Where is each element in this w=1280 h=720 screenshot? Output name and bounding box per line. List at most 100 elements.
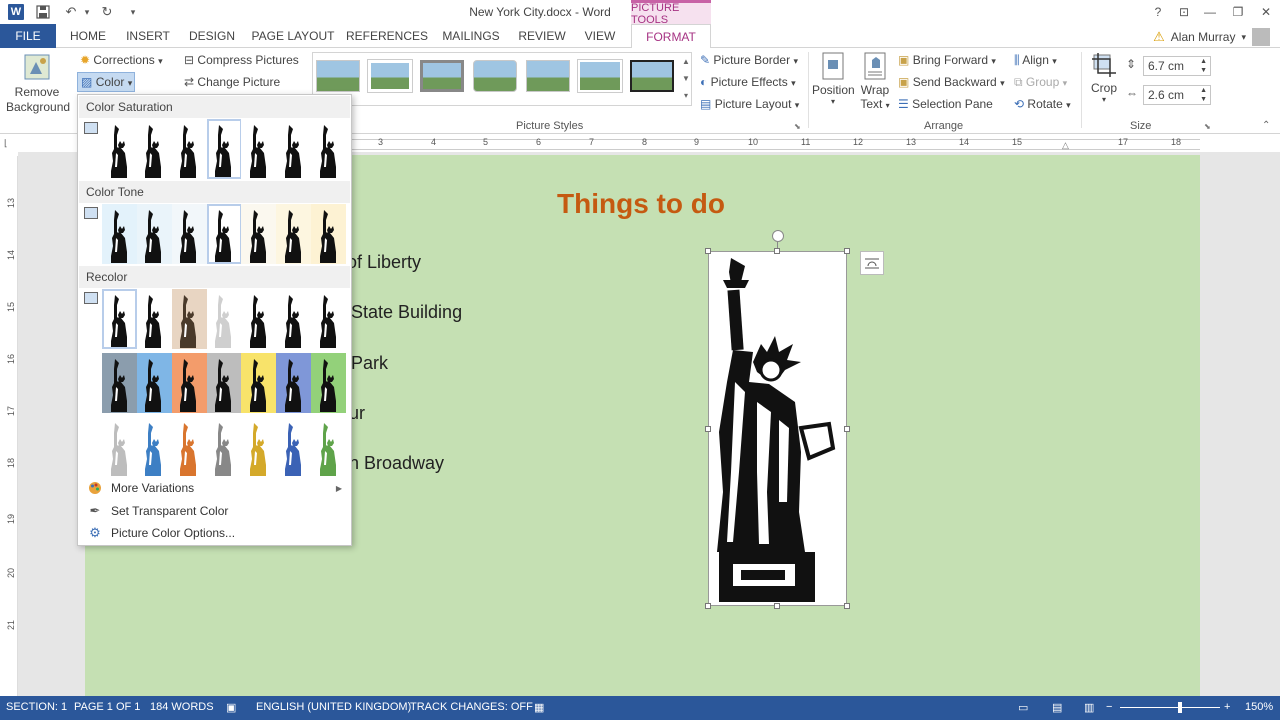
picture-style-thumb[interactable] — [420, 60, 464, 92]
tab-page-layout[interactable]: PAGE LAYOUT — [250, 24, 336, 48]
color-variant-swatch[interactable] — [276, 119, 312, 179]
color-variant-swatch[interactable] — [136, 119, 173, 179]
tab-file[interactable]: FILE — [0, 24, 56, 48]
group-button[interactable]: ⧉ Group ▾ — [1014, 75, 1067, 90]
proofing-icon[interactable]: ▣ — [226, 701, 236, 714]
color-variant-swatch[interactable] — [206, 119, 242, 179]
minimize-icon[interactable]: — — [1198, 2, 1222, 22]
corrections-button[interactable]: ✹ Corrections ▾ — [80, 53, 163, 67]
tab-home[interactable]: HOME — [60, 24, 116, 48]
rotate-button[interactable]: ⟲ Rotate ▾ — [1014, 97, 1071, 111]
document-line[interactable]: State Building — [351, 302, 462, 323]
align-button[interactable]: ⫼ Align ▾ — [1014, 53, 1057, 68]
vertical-ruler[interactable]: 13 14 15 16 17 18 19 20 21 — [4, 156, 18, 696]
color-variant-swatch[interactable] — [311, 204, 347, 264]
document-line[interactable]: n Broadway — [349, 453, 444, 474]
zoom-slider[interactable] — [1120, 707, 1220, 708]
customize-qat-icon[interactable]: ▾ — [124, 3, 142, 21]
color-variant-swatch[interactable] — [102, 289, 138, 349]
picture-layout-button[interactable]: ▤ Picture Layout ▾ — [700, 97, 799, 111]
restore-icon[interactable]: ❐ — [1226, 2, 1250, 22]
resize-handle[interactable] — [705, 248, 711, 254]
print-layout-icon[interactable]: ▤ — [1052, 701, 1062, 714]
color-variant-swatch[interactable] — [102, 204, 138, 264]
document-line[interactable]: of Liberty — [347, 252, 421, 273]
web-layout-icon[interactable]: ▥ — [1084, 701, 1094, 714]
collapse-ribbon-icon[interactable]: ⌃ — [1262, 120, 1270, 131]
height-spinner[interactable]: ▲ ▼ — [1200, 57, 1207, 75]
save-icon[interactable] — [34, 3, 52, 21]
remove-background-button[interactable]: Remove Background — [6, 52, 70, 115]
redo-icon[interactable]: ↻ — [98, 3, 116, 21]
resize-handle[interactable] — [844, 603, 850, 609]
close-icon[interactable]: ✕ — [1254, 2, 1278, 22]
color-variant-swatch[interactable] — [241, 353, 277, 413]
color-variant-swatch[interactable] — [276, 289, 312, 349]
height-field[interactable]: 6.7 cm ▲ ▼ — [1143, 56, 1211, 76]
width-field[interactable]: 2.6 cm ▲ ▼ — [1143, 85, 1211, 105]
color-variant-swatch[interactable] — [241, 417, 277, 477]
color-variant-swatch[interactable] — [311, 119, 347, 179]
tab-mailings[interactable]: MAILINGS — [438, 24, 504, 48]
color-variant-swatch[interactable] — [241, 119, 277, 179]
color-button[interactable]: ▨ Color ▾ — [77, 72, 135, 92]
macro-icon[interactable]: ▦ — [534, 701, 544, 714]
horizontal-ruler[interactable]: 3 4 5 6 7 8 9 10 11 12 13 14 15 17 18 △ — [350, 136, 1200, 152]
picture-style-thumb[interactable] — [577, 59, 623, 93]
user-account[interactable]: ⚠ Alan Murray ▾ — [1153, 28, 1270, 46]
set-transparent-color-item[interactable]: ✒ Set Transparent Color — [79, 500, 350, 522]
resize-handle[interactable] — [844, 248, 850, 254]
selection-pane-button[interactable]: ☰ Selection Pane — [898, 97, 993, 111]
zoom-out-icon[interactable]: − — [1106, 701, 1112, 713]
zoom-in-icon[interactable]: + — [1224, 701, 1230, 713]
color-variant-swatch[interactable] — [241, 289, 277, 349]
color-variant-swatch[interactable] — [311, 353, 347, 413]
document-heading[interactable]: Things to do — [557, 188, 725, 220]
compress-pictures-button[interactable]: ⊟ Compress Pictures — [184, 53, 299, 67]
color-variant-swatch[interactable] — [276, 353, 312, 413]
color-variant-swatch[interactable] — [276, 417, 312, 477]
color-variant-swatch[interactable] — [102, 353, 138, 413]
zoom-level[interactable]: 150% — [1245, 701, 1273, 713]
resize-handle[interactable] — [705, 603, 711, 609]
tab-view[interactable]: VIEW — [576, 24, 624, 48]
read-mode-icon[interactable]: ▭ — [1018, 701, 1028, 714]
color-variant-swatch[interactable] — [206, 353, 242, 413]
color-variant-swatch[interactable] — [136, 204, 173, 264]
tab-references[interactable]: REFERENCES — [344, 24, 430, 48]
word-count[interactable]: 184 WORDS — [150, 701, 214, 713]
picture-effects-button[interactable]: ◐ Picture Effects ▾ — [700, 75, 796, 89]
wrap-text-button[interactable]: Wrap Text ▾ — [858, 52, 892, 113]
send-backward-button[interactable]: ▣ Send Backward ▾ — [898, 75, 1005, 89]
color-variant-swatch[interactable] — [171, 204, 207, 264]
document-line[interactable]: Park — [351, 353, 388, 374]
color-variant-swatch[interactable] — [206, 289, 242, 349]
page-indicator[interactable]: PAGE 1 OF 1 — [74, 701, 140, 713]
gallery-scroll[interactable]: ▲ ▼ ▾ — [681, 53, 691, 104]
tab-insert[interactable]: INSERT — [120, 24, 176, 48]
picture-style-thumb[interactable] — [526, 60, 570, 92]
tab-selector-icon[interactable]: ⌊ — [4, 138, 18, 150]
color-variant-swatch[interactable] — [206, 204, 242, 264]
resize-handle[interactable] — [844, 426, 850, 432]
picture-style-thumb[interactable] — [473, 60, 517, 92]
color-variant-swatch[interactable] — [171, 353, 207, 413]
bring-forward-button[interactable]: ▣ Bring Forward ▾ — [898, 53, 996, 67]
indent-marker-icon[interactable]: △ — [1062, 140, 1069, 151]
track-changes-indicator[interactable]: TRACK CHANGES: OFF — [410, 701, 533, 713]
color-variant-swatch[interactable] — [206, 417, 242, 477]
picture-style-thumb[interactable] — [316, 60, 360, 92]
size-dialog-launcher-icon[interactable]: ⬊ — [1204, 122, 1211, 131]
tab-review[interactable]: REVIEW — [514, 24, 570, 48]
resize-handle[interactable] — [774, 603, 780, 609]
resize-handle[interactable] — [705, 426, 711, 432]
zoom-slider-thumb[interactable] — [1178, 702, 1182, 713]
picture-style-thumb[interactable] — [367, 59, 413, 93]
color-variant-swatch[interactable] — [136, 353, 173, 413]
section-indicator[interactable]: SECTION: 1 — [6, 701, 67, 713]
crop-button[interactable]: Crop ▾ — [1086, 52, 1122, 104]
help-icon[interactable]: ? — [1146, 2, 1170, 22]
color-variant-swatch[interactable] — [311, 417, 347, 477]
resize-handle[interactable] — [774, 248, 780, 254]
width-spinner[interactable]: ▲ ▼ — [1200, 86, 1207, 104]
